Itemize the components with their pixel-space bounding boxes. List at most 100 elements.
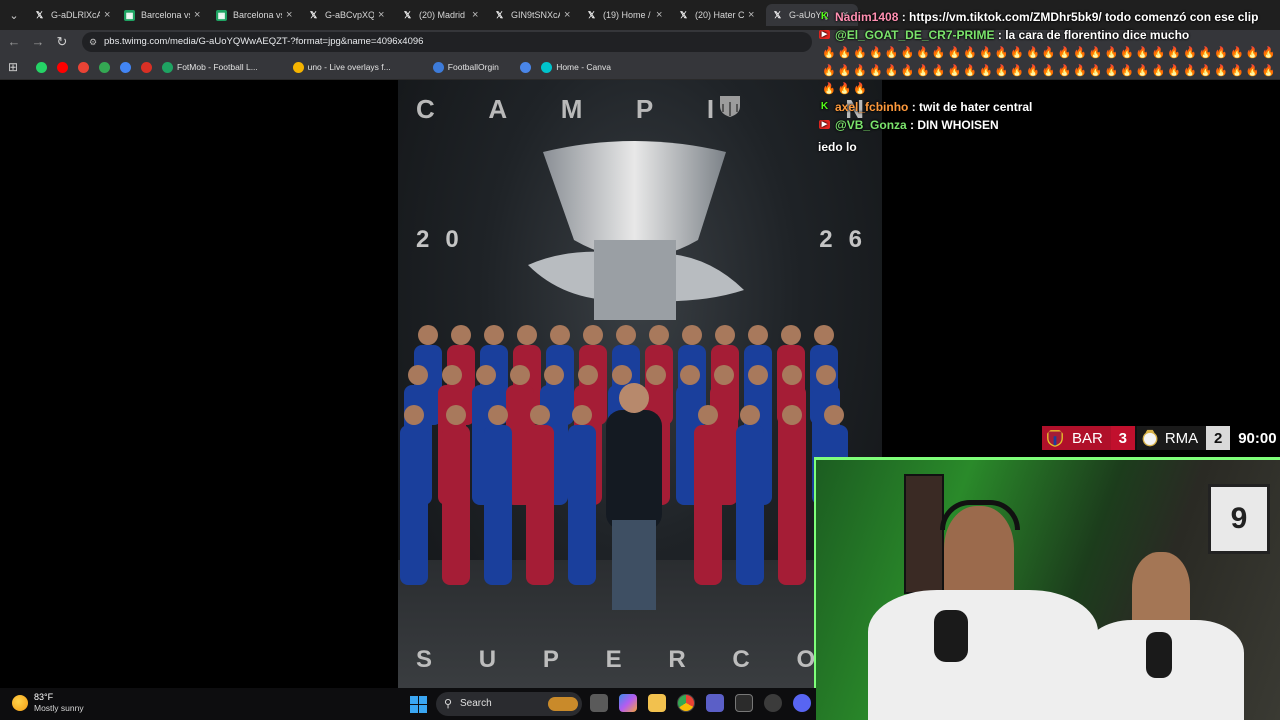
- reload-icon[interactable]: ↻: [54, 34, 70, 50]
- player-head: [714, 365, 734, 385]
- back-icon[interactable]: ←: [6, 34, 22, 50]
- file-explorer-icon[interactable]: [648, 694, 666, 712]
- discord-icon[interactable]: [793, 694, 811, 712]
- player-figure: [778, 425, 806, 585]
- player-figure: [484, 425, 512, 585]
- taskbar-search[interactable]: ⚲ Search: [436, 692, 582, 716]
- streamer-1-shirt: [868, 590, 1098, 720]
- home-team: BAR: [1042, 426, 1111, 450]
- bookmark-item[interactable]: [78, 59, 93, 75]
- close-icon[interactable]: ×: [748, 9, 758, 21]
- browser-tab[interactable]: ▦ Barcelona vs ×: [118, 4, 210, 26]
- chat-text: la cara de florentino dice mucho: [1005, 28, 1190, 42]
- stream-chat-overlay: K Nadim1408 : https://vm.tiktok.com/ZMDh…: [818, 8, 1280, 156]
- bookmark-item[interactable]: uno - Live overlays f...: [292, 59, 391, 75]
- whatsapp-icon: [36, 61, 47, 73]
- bookmark-item[interactable]: FotMob - Football L...: [162, 59, 258, 75]
- uno-icon: [292, 61, 304, 73]
- browser-tab[interactable]: 𝕏 G-aDLRlXcA ×: [28, 4, 120, 26]
- calendar-icon: [120, 61, 131, 73]
- tab-search-icon[interactable]: ⌄: [6, 7, 22, 23]
- apps-grid-icon[interactable]: ⊞: [8, 59, 18, 75]
- search-icon: ⚲: [444, 698, 453, 710]
- close-icon[interactable]: ×: [378, 9, 388, 21]
- store-icon[interactable]: [735, 694, 753, 712]
- browser-tab[interactable]: 𝕏 G-aBCvpXQ ×: [302, 4, 394, 26]
- youtube-icon: ▶: [819, 120, 830, 129]
- poster-title-letter: M: [560, 94, 583, 124]
- coach-head: [619, 383, 649, 413]
- player-head: [484, 325, 504, 345]
- address-bar[interactable]: ⚙ pbs.twimg.com/media/G-aUoYQWwAEQZT-?fo…: [82, 32, 812, 52]
- bookmark-item[interactable]: [57, 59, 72, 75]
- browser-tab[interactable]: 𝕏 GIN9tSNXcA ×: [488, 4, 580, 26]
- player-head: [680, 365, 700, 385]
- poster-title: C A M P I N: [416, 94, 864, 125]
- chat-text: https://vm.tiktok.com/ZMDhr5bk9/ todo co…: [909, 10, 1259, 24]
- bookmark-label: FotMob - Football L...: [177, 62, 258, 72]
- poster-subtitle-letter: P: [542, 646, 559, 673]
- player-head: [698, 405, 718, 425]
- browser-tab-label: GIN9tSNXcA: [511, 10, 560, 20]
- site-info-icon[interactable]: ⚙: [89, 32, 97, 52]
- copilot-icon[interactable]: [619, 694, 637, 712]
- close-icon[interactable]: ×: [564, 9, 574, 21]
- weather-widget[interactable]: 83°F Mostly sunny: [12, 692, 84, 714]
- partial-caption: iedo lo: [818, 140, 857, 154]
- player-head: [442, 365, 462, 385]
- browser-tab[interactable]: ▦ Barcelona vs ×: [210, 4, 302, 26]
- home-team-abbr: BAR: [1072, 429, 1103, 447]
- search-highlight-icon: [548, 697, 578, 711]
- bookmark-item[interactable]: [99, 59, 114, 75]
- poster-subtitle-letter: O: [796, 646, 816, 673]
- forward-icon[interactable]: →: [30, 34, 46, 50]
- browser-tab-label: (20) Madrid: [419, 10, 466, 20]
- player-head: [578, 365, 598, 385]
- bookmark-item[interactable]: [141, 59, 156, 75]
- x-icon: 𝕏: [773, 9, 782, 20]
- wall-poster: [904, 474, 944, 594]
- bookmark-item[interactable]: FootballOrgin: [432, 59, 499, 75]
- browser-tab[interactable]: 𝕏 (20) Madrid ×: [396, 4, 488, 26]
- coach-legs: [612, 520, 656, 610]
- close-icon[interactable]: ×: [656, 9, 666, 21]
- headphones-icon: [940, 500, 1020, 530]
- edge-icon: [520, 61, 532, 73]
- chat-message: K Nadim1408 : https://vm.tiktok.com/ZMDh…: [820, 10, 1259, 24]
- bookmark-label: Home - Canva: [556, 62, 611, 72]
- player-figure: [694, 425, 722, 585]
- player-head: [748, 325, 768, 345]
- chat-emoji-line: 🔥🔥🔥🔥🔥🔥🔥🔥🔥🔥🔥🔥🔥🔥🔥🔥🔥🔥🔥🔥🔥🔥🔥🔥🔥🔥🔥🔥🔥🔥🔥🔥🔥🔥🔥🔥🔥🔥🔥🔥…: [822, 47, 1278, 95]
- taskbar-search-label: Search: [460, 698, 492, 709]
- chrome-icon[interactable]: [677, 694, 695, 712]
- trophy-icon: [528, 141, 744, 320]
- bookmark-item[interactable]: Home - Canva: [541, 59, 611, 75]
- player-head: [510, 365, 530, 385]
- obs-icon[interactable]: [764, 694, 782, 712]
- bookmark-item[interactable]: [36, 59, 51, 75]
- chat-username: @VB_Gonza: [835, 118, 907, 132]
- bookmark-item[interactable]: [120, 59, 135, 75]
- windows-taskbar: 83°F Mostly sunny ⚲ Search: [0, 688, 816, 720]
- coach-figure: [606, 410, 662, 530]
- browser-tab[interactable]: 𝕏 (19) Home / ×: [580, 4, 672, 26]
- chat-message: ▶ @El_GOAT_DE_CR7-PRIME : la cara de flo…: [818, 26, 1280, 44]
- scoreboard: BAR 3 RMA 2 90:00: [1042, 426, 1280, 450]
- bookmark-item[interactable]: [520, 59, 535, 75]
- player-head: [530, 405, 550, 425]
- close-icon[interactable]: ×: [472, 9, 482, 21]
- sheet-icon: ▦: [216, 9, 227, 21]
- youtube-icon: ▶: [819, 30, 830, 39]
- poster-title-letter: P: [635, 94, 654, 124]
- close-icon[interactable]: ×: [286, 9, 296, 21]
- windows-start-icon[interactable]: [410, 696, 427, 713]
- player-head: [572, 405, 592, 425]
- close-icon[interactable]: ×: [194, 9, 204, 21]
- browser-tab[interactable]: 𝕏 (20) Hater C ×: [672, 4, 764, 26]
- player-head: [517, 325, 537, 345]
- player-head: [446, 405, 466, 425]
- chat-username: axel_fcbinho: [835, 100, 909, 114]
- teams-icon[interactable]: [706, 694, 724, 712]
- close-icon[interactable]: ×: [104, 9, 114, 21]
- task-view-icon[interactable]: [590, 694, 608, 712]
